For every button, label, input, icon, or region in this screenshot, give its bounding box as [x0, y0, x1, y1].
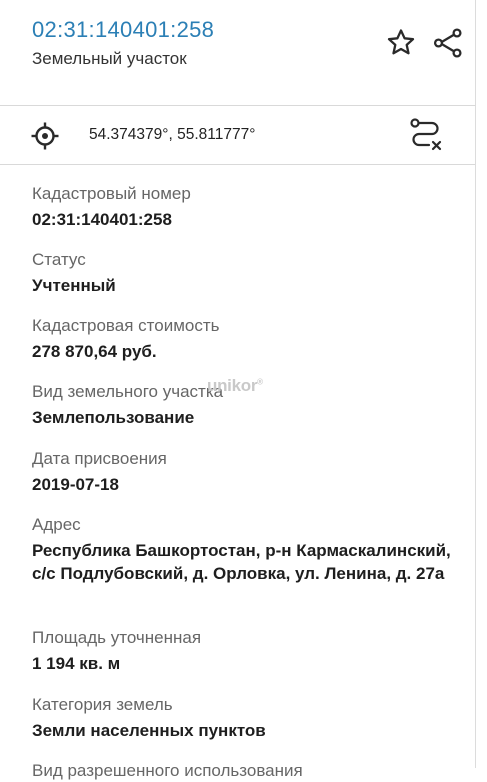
watermark-text: unikor: [207, 376, 258, 395]
field-value: 1 194 кв. м: [32, 654, 121, 673]
share-icon[interactable]: [430, 27, 466, 59]
field-permitted-use: Вид разрешенного использования: [32, 760, 462, 782]
star-icon[interactable]: [385, 27, 417, 59]
field-area: Площадь уточненная 1 194 кв. м: [32, 627, 462, 676]
cadastral-number-title: 02:31:140401:258: [32, 17, 215, 42]
field-label: Адрес: [32, 515, 81, 534]
field-land-category: Категория земель Земли населенных пункто…: [32, 694, 462, 743]
field-label: Дата присвоения: [32, 449, 167, 468]
field-label: Площадь уточненная: [32, 628, 202, 647]
header: 02:31:140401:258 Земельный участок: [0, 0, 476, 105]
field-status: Статус Учтенный: [32, 249, 462, 298]
field-value: 2019-07-18: [32, 475, 119, 494]
field-assignment-date: Дата присвоения 2019-07-18: [32, 448, 462, 497]
field-value: Учтенный: [32, 276, 116, 295]
coordinates-text[interactable]: 54.374379°, 55.811777°: [89, 126, 255, 144]
field-label: Кадастровая стоимость: [32, 316, 220, 335]
field-address: Адрес Республика Башкортостан, р-н Карма…: [32, 514, 462, 585]
field-cadastral-value: Кадастровая стоимость 278 870,64 руб.: [32, 315, 462, 364]
route-icon[interactable]: [407, 116, 445, 156]
watermark-mark: ®: [257, 377, 263, 387]
object-type-subtitle: Земельный участок: [32, 49, 187, 68]
field-value: 278 870,64 руб.: [32, 342, 157, 361]
coordinates-bar: 54.374379°, 55.811777°: [0, 105, 476, 165]
target-icon[interactable]: [30, 121, 60, 151]
field-value: Земли населенных пунктов: [32, 721, 266, 740]
watermark: unikor®: [207, 376, 263, 396]
field-label: Статус: [32, 250, 86, 269]
field-value: Республика Башкортостан, р-н Кармаскалин…: [32, 541, 451, 583]
field-label: Кадастровый номер: [32, 184, 191, 203]
field-label: Вид разрешенного использования: [32, 761, 303, 780]
field-cadastral-number: Кадастровый номер 02:31:140401:258: [32, 183, 462, 232]
field-value: Землепользование: [32, 408, 195, 427]
field-label: Категория земель: [32, 695, 173, 714]
details-list: Кадастровый номер 02:31:140401:258 Стату…: [0, 164, 476, 780]
field-value: 02:31:140401:258: [32, 210, 172, 229]
